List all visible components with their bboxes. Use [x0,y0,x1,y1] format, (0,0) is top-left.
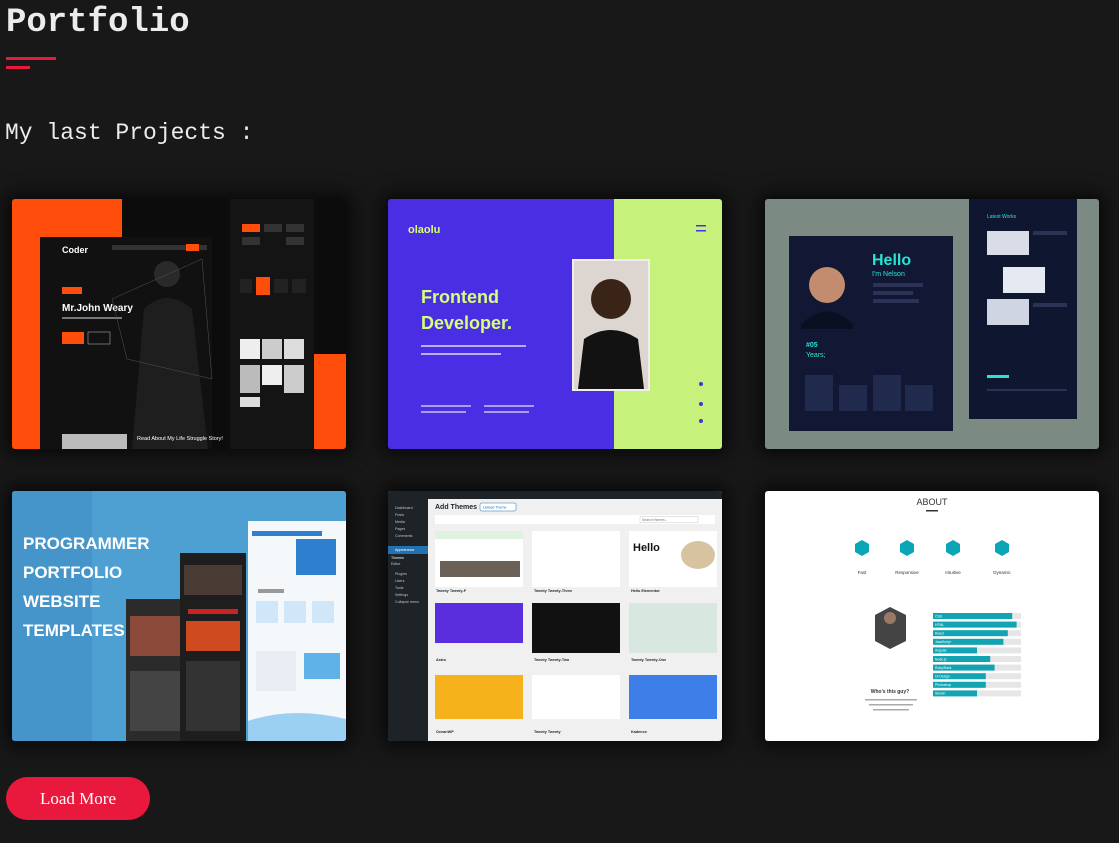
skill-label: Angular [935,649,948,653]
skill-label: HTML [935,623,944,627]
project-side-heading: Latest Works [987,214,1017,220]
project-card-3[interactable]: Hello I'm Nelson #05 Years; Latest Works [765,199,1099,449]
wp-sidebar-item: Settings [395,593,408,597]
title-underline-short [6,66,30,69]
wp-theme-name: Astra [436,658,447,662]
project-thumbnail: Hello I'm Nelson #05 Years; Latest Works [765,199,1099,449]
project-headline: Mr.John Weary [62,303,133,314]
project-brand: Coder [62,245,89,255]
wp-sidebar-item: Comments [395,534,413,538]
project-thumbnail: Dashboard Posts Media Pages Comments App… [388,491,722,741]
skill-label: UI Design [935,675,950,679]
skill-bar [933,621,1017,628]
project-caption: Read About My Life Struggle Story! [137,436,223,442]
project-card-2[interactable]: olaolu Frontend Developer. [388,199,722,449]
skill-label: React [935,632,944,636]
template-text-line-1: PROGRAMMER [23,534,150,553]
wp-sidebar-item: Plugins [395,572,407,576]
project-thumbnail: ABOUT Fast Responsive Intuitive Dynamic [765,491,1099,741]
project-thumbnail: PROGRAMMER PORTFOLIO WEBSITE TEMPLATES [12,491,346,741]
wp-sidebar-item: Posts [395,513,404,517]
feature-label: Fast [858,570,868,575]
bio-heading: Who's this guy? [871,689,909,695]
portfolio-page: Portfolio My last Projects : Coder Mr.Jo… [0,0,1119,843]
wp-search-input: Search themes... [642,518,668,522]
page-title: Portfolio [6,4,190,42]
project-card-4[interactable]: PROGRAMMER PORTFOLIO WEBSITE TEMPLATES [12,491,346,741]
feature-label: Intuitive [945,570,961,575]
skill-label: Photoshop [935,683,951,687]
skill-label: Node.js [935,657,947,661]
wp-theme-name: Twenty Twenty-F [436,589,467,593]
wp-sidebar-item: Media [395,520,405,524]
project-years-label: Years; [806,352,826,359]
feature-label: Responsive [895,570,919,575]
project-years-number: #05 [806,342,818,349]
title-underline-long [6,57,56,60]
wp-theme-name: Twenty Twenty [534,730,562,734]
project-card-6[interactable]: ABOUT Fast Responsive Intuitive Dynamic [765,491,1099,741]
wp-sidebar-item: Appearance [395,548,414,552]
wp-sidebar-item: Editor [391,562,401,566]
wp-theme-name: OceanWP [436,730,454,734]
wp-sidebar-item: Pages [395,527,405,531]
template-text-line-3: WEBSITE [23,592,100,611]
wp-upload-button: Upload Theme [483,506,507,510]
skill-label: Ruby/Rails [935,666,952,670]
wp-heading: Add Themes [435,504,477,511]
skill-label: JavaScript [935,640,951,644]
project-subheadline: I'm Nelson [872,271,905,278]
project-brand: olaolu [408,224,440,236]
template-text-line-4: TEMPLATES [23,621,125,640]
skill-bar [933,630,1008,637]
wp-sidebar-item: Tools [395,586,404,590]
feature-label: Dynamic [993,570,1011,575]
wp-theme-name: Twenty Twenty-Two [534,658,570,662]
wp-theme-preview-hello: Hello [633,542,660,554]
template-text-line-2: PORTFOLIO [23,563,122,582]
project-thumbnail: Coder Mr.John Weary Read About My Life S… [12,199,346,449]
load-more-button[interactable]: Load More [6,777,150,820]
skill-bar [933,613,1013,619]
wp-sidebar-item: Users [395,579,405,583]
about-heading: ABOUT [916,497,948,507]
section-subtitle: My last Projects : [5,120,254,146]
wp-theme-name: Twenty Twenty-Three [534,589,572,593]
project-headline-line1: Frontend [421,287,499,307]
project-headline: Hello [872,252,911,269]
wp-sidebar-item: Dashboard [395,506,413,510]
skill-label: Sketch [935,692,945,696]
wp-theme-name: Hello Elementor [631,589,660,593]
project-thumbnail: olaolu Frontend Developer. [388,199,722,449]
wp-sidebar-item: Themes [391,556,404,560]
project-card-1[interactable]: Coder Mr.John Weary Read About My Life S… [12,199,346,449]
project-card-5[interactable]: Dashboard Posts Media Pages Comments App… [388,491,722,741]
skill-label: CSS [935,614,943,618]
wp-theme-name: Kadence [631,730,647,734]
wp-theme-name: Twenty Twenty-One [631,658,666,662]
wp-sidebar-item: Collapse menu [395,600,419,604]
project-headline-line2: Developer. [421,313,512,333]
